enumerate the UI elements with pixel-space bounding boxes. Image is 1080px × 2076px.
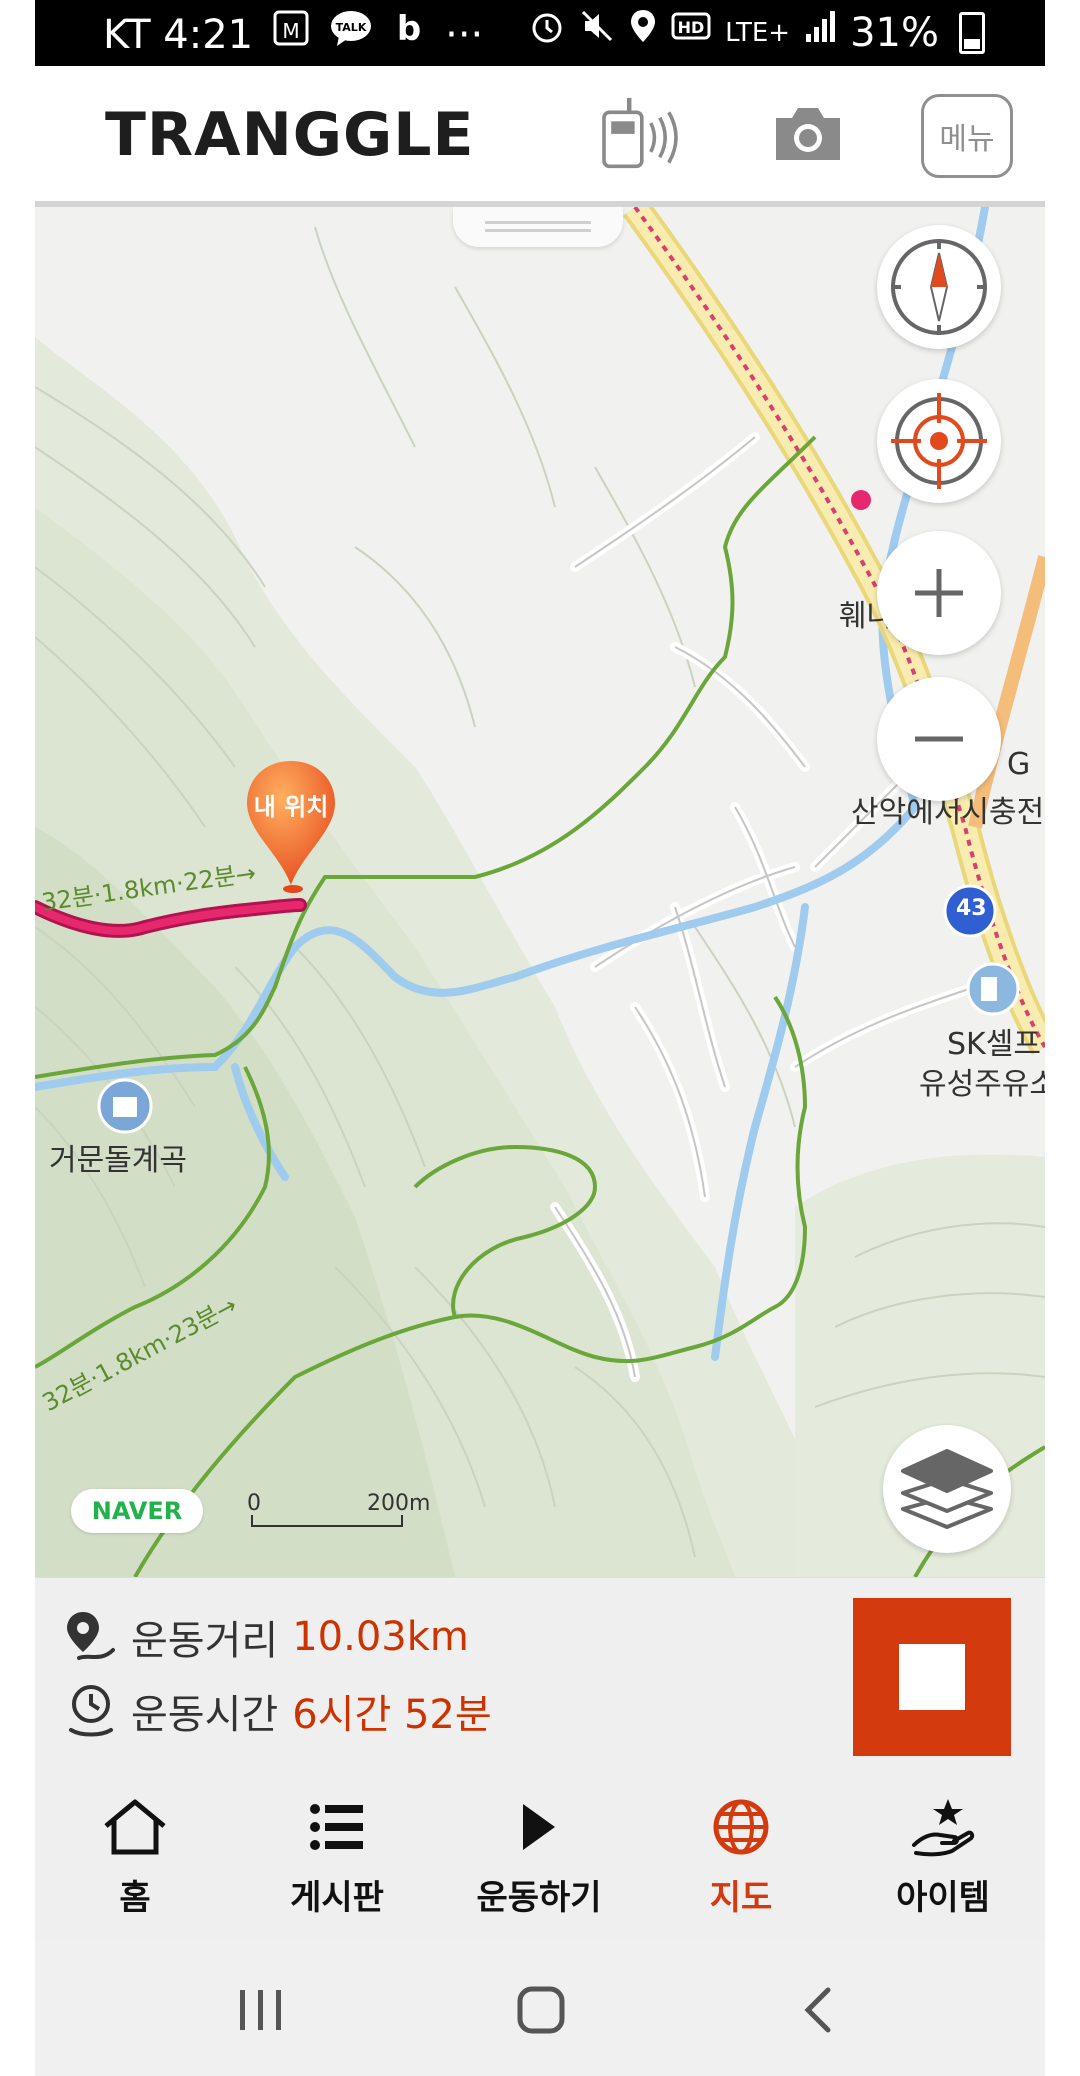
- b-app-icon: b: [391, 8, 427, 61]
- status-bar: KT 4:21 M TALK b ··· HD LTE+ 31%: [35, 0, 1045, 66]
- list-icon: [310, 1803, 363, 1850]
- nav-board-label: 게시판: [290, 1877, 384, 1918]
- nav-items[interactable]: 아이템: [843, 1772, 1043, 1940]
- my-location-button[interactable]: [877, 379, 1001, 503]
- mute-icon: [579, 8, 615, 57]
- map-label-geomundol: 거문돌계곡: [49, 1143, 187, 1178]
- crosshair-icon: [891, 393, 987, 489]
- nav-exercise-label: 운동하기: [476, 1877, 602, 1918]
- hand-star-icon: [912, 1798, 975, 1856]
- home-icon: [104, 1799, 166, 1854]
- zoom-out-button[interactable]: [877, 677, 1001, 801]
- status-overflow: ···: [445, 11, 484, 58]
- zoom-in-button[interactable]: [877, 531, 1001, 655]
- time-row: 운동시간 6시간 52분: [65, 1682, 492, 1740]
- nav-map-label: 지도: [709, 1877, 773, 1918]
- nav-exercise[interactable]: 운동하기: [439, 1772, 639, 1940]
- walkie-talkie-button[interactable]: [595, 88, 685, 178]
- battery-percent: 31%: [850, 9, 939, 56]
- naver-logo: NAVER: [71, 1489, 203, 1533]
- recent-apps-button[interactable]: [221, 1980, 301, 2040]
- back-button[interactable]: [777, 1980, 857, 2040]
- app-logo: TRANGGLE: [105, 100, 475, 170]
- distance-row: 운동거리 10.03km: [65, 1608, 469, 1666]
- nav-board[interactable]: 게시판: [237, 1772, 437, 1940]
- status-right: HD LTE+ 31%: [529, 8, 985, 57]
- plus-icon: [915, 569, 963, 617]
- time-label: 운동시간: [131, 1692, 279, 1738]
- back-chevron-icon: [804, 1987, 831, 2033]
- road-number-label: 43: [956, 896, 987, 921]
- hd-icon: HD: [671, 8, 711, 57]
- home-system-button[interactable]: [501, 1980, 581, 2040]
- distance-value: 10.03km: [292, 1614, 469, 1660]
- location-pin-icon: [247, 761, 335, 893]
- map-label-sk-line2: 유성주유소: [919, 1067, 1045, 1102]
- map-view[interactable]: 거문돌계곡 SK셀프 유성주유소 훼나 G 산악에서시충전 43 32분·1.8…: [35, 207, 1045, 1577]
- lock-notification-icon: M: [271, 8, 311, 61]
- nav-items-label: 아이템: [896, 1877, 990, 1918]
- clock-pin-icon: [69, 1685, 113, 1737]
- time-value: 6시간 52분: [292, 1692, 492, 1738]
- distance-label: 운동거리: [131, 1618, 279, 1664]
- camera-button[interactable]: [763, 88, 853, 178]
- scale-start: 0: [247, 1491, 261, 1516]
- alarm-icon: [529, 8, 565, 57]
- compass-button[interactable]: [877, 225, 1001, 349]
- bottom-navigation: 홈 게시판 운동하기 지도 아이템: [35, 1772, 1045, 1940]
- stop-icon: [899, 1644, 965, 1710]
- home-square-icon: [517, 1986, 565, 2034]
- compass-icon: [891, 239, 987, 335]
- distance-pin-icon: [67, 1612, 115, 1660]
- svg-text:M: M: [282, 19, 299, 43]
- map-label-sk-line1: SK셀프: [947, 1027, 1041, 1062]
- recent-apps-icon: [240, 1990, 281, 2030]
- marker-label: 내 위치: [253, 793, 329, 821]
- play-icon: [523, 1803, 555, 1850]
- signal-icon: [804, 8, 836, 57]
- nav-home-label: 홈: [119, 1877, 151, 1918]
- camera-icon: [776, 108, 840, 160]
- layers-icon: [901, 1449, 993, 1529]
- scale-end: 200m: [367, 1491, 431, 1516]
- drawer-handle[interactable]: [453, 207, 623, 247]
- carrier-time: KT 4:21: [103, 11, 254, 58]
- nav-home[interactable]: 홈: [35, 1772, 235, 1940]
- minus-icon: [915, 736, 963, 742]
- status-left: KT 4:21 M TALK b ···: [103, 8, 483, 61]
- map-layers-button[interactable]: [883, 1425, 1011, 1553]
- talk-icon: TALK: [329, 8, 373, 61]
- app-frame: KT 4:21 M TALK b ··· HD LTE+ 31% TRANGGL…: [35, 0, 1045, 2076]
- network-type: LTE+: [725, 17, 791, 48]
- scale-bar: [251, 1515, 403, 1527]
- walkie-talkie-icon: [602, 97, 678, 169]
- current-location-marker[interactable]: 내 위치: [243, 757, 339, 897]
- nav-map[interactable]: 지도: [641, 1772, 841, 1940]
- battery-icon: [959, 11, 985, 54]
- location-icon: [629, 8, 657, 57]
- stop-exercise-button[interactable]: [853, 1598, 1011, 1756]
- menu-button[interactable]: 메뉴: [921, 94, 1013, 178]
- system-navigation: [35, 1940, 1045, 2076]
- map-scale: 0 200m: [247, 1491, 430, 1527]
- svg-text:HD: HD: [678, 18, 705, 37]
- exercise-info-panel: 운동거리 10.03km 운동시간 6시간 52분: [35, 1577, 1045, 1773]
- svg-text:b: b: [397, 9, 421, 48]
- globe-icon: [713, 1799, 769, 1854]
- svg-text:TALK: TALK: [336, 21, 367, 34]
- map-label-upper-right-2: G: [1007, 747, 1031, 782]
- app-header: TRANGGLE 메뉴: [35, 66, 1045, 207]
